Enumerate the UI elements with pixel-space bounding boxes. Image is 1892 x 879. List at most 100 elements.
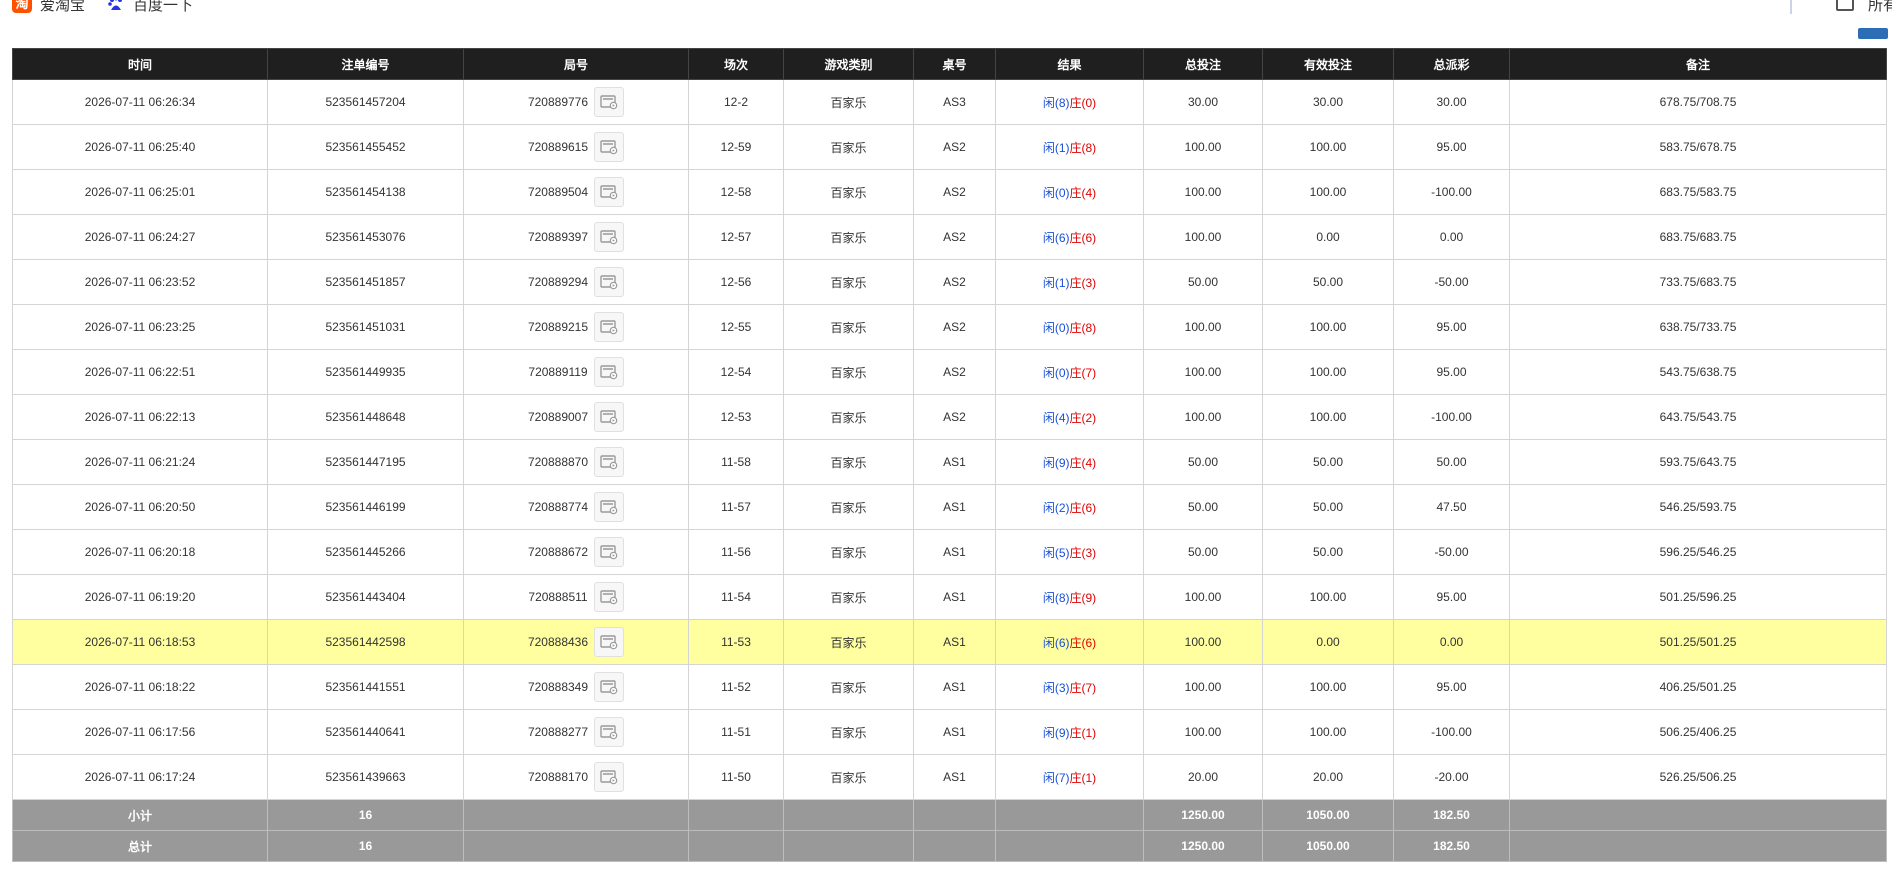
- table-row[interactable]: 2026-07-11 06:20:18 523561445266 720888672…: [12, 529, 1887, 575]
- col-header-note[interactable]: 备注: [1509, 48, 1887, 80]
- cell-result[interactable]: 闲(1)庄(8): [995, 124, 1144, 170]
- cell-round: 720888870: [463, 439, 689, 485]
- cell-round: 720889119: [463, 349, 689, 395]
- table-row[interactable]: 2026-07-11 06:23:52 523561451857 720889294…: [12, 259, 1887, 305]
- cell-total-bet[interactable]: 50.00: [1143, 439, 1263, 485]
- replay-button[interactable]: [594, 312, 625, 342]
- cell-result[interactable]: 闲(6)庄(6): [995, 214, 1144, 260]
- table-row[interactable]: 2026-07-11 06:17:56 523561440641 720888277…: [12, 709, 1887, 755]
- cell-bet-id: 523561457204: [267, 79, 464, 125]
- table-row[interactable]: 2026-07-11 06:18:53 523561442598 720888436…: [12, 619, 1887, 665]
- cell-total-bet[interactable]: 100.00: [1143, 124, 1263, 170]
- bookmark-baidu[interactable]: 百度一下: [107, 0, 193, 16]
- cell-total-bet[interactable]: 50.00: [1143, 529, 1263, 575]
- cell-result[interactable]: 闲(5)庄(3): [995, 529, 1144, 575]
- replay-button[interactable]: [594, 132, 625, 162]
- col-header-time[interactable]: 时间: [12, 48, 268, 80]
- scroll-top-indicator[interactable]: [1858, 28, 1888, 39]
- cell-total-bet[interactable]: 100.00: [1143, 169, 1263, 215]
- replay-button[interactable]: [594, 177, 625, 207]
- cell-game-type: 百家乐: [783, 439, 914, 485]
- cell-result[interactable]: 闲(9)庄(1): [995, 709, 1144, 755]
- table-row[interactable]: 2026-07-11 06:22:13 523561448648 720889007…: [12, 394, 1887, 440]
- replay-button[interactable]: [594, 672, 625, 702]
- cell-total-bet[interactable]: 100.00: [1143, 574, 1263, 620]
- cell-total-bet[interactable]: 30.00: [1143, 79, 1263, 125]
- table-row[interactable]: 2026-07-11 06:20:50 523561446199 720888774…: [12, 484, 1887, 530]
- replay-button[interactable]: [594, 402, 625, 432]
- cell-total-bet[interactable]: 100.00: [1143, 394, 1263, 440]
- table-row[interactable]: 2026-07-11 06:23:25 523561451031 720889215…: [12, 304, 1887, 350]
- replay-button[interactable]: [594, 222, 625, 252]
- cell-result[interactable]: 闲(8)庄(0): [995, 79, 1144, 125]
- cell-result[interactable]: 闲(2)庄(6): [995, 484, 1144, 530]
- col-header-round-id[interactable]: 局号: [463, 48, 689, 80]
- col-header-table-no[interactable]: 桌号: [913, 48, 996, 80]
- cell-result[interactable]: 闲(6)庄(6): [995, 619, 1144, 665]
- replay-button[interactable]: [594, 267, 625, 297]
- cell-total-bet[interactable]: 100.00: [1143, 709, 1263, 755]
- cell-result[interactable]: 闲(1)庄(3): [995, 259, 1144, 305]
- round-cell: 720889615: [528, 132, 625, 162]
- table-row[interactable]: 2026-07-11 06:26:34 523561457204 720889776…: [12, 79, 1887, 125]
- cell-shoe: 11-54: [688, 574, 784, 620]
- replay-button[interactable]: [594, 87, 625, 117]
- cell-total-bet[interactable]: 50.00: [1143, 259, 1263, 305]
- cell-note: 733.75/683.75: [1509, 259, 1887, 305]
- cell-shoe: 12-56: [688, 259, 784, 305]
- cell-valid-bet: 100.00: [1262, 394, 1394, 440]
- round-id: 720889119: [528, 365, 588, 379]
- replay-video-icon: [600, 275, 618, 290]
- cell-result[interactable]: 闲(0)庄(4): [995, 169, 1144, 215]
- cell-total-bet[interactable]: 100.00: [1143, 619, 1263, 665]
- replay-button[interactable]: [594, 717, 625, 747]
- cell-total-bet[interactable]: 50.00: [1143, 484, 1263, 530]
- table-row[interactable]: 2026-07-11 06:19:20 523561443404 720888511…: [12, 574, 1887, 620]
- cell-bet-id: 523561454138: [267, 169, 464, 215]
- bookmark-taobao[interactable]: 淘 爱淘宝: [12, 0, 85, 16]
- col-header-total-bet[interactable]: 总投注: [1143, 48, 1263, 80]
- replay-button[interactable]: [594, 492, 625, 522]
- cell-result[interactable]: 闲(0)庄(7): [995, 349, 1144, 395]
- col-header-shoe[interactable]: 场次: [688, 48, 784, 80]
- cell-valid-bet: 50.00: [1262, 484, 1394, 530]
- cell-total-bet[interactable]: 100.00: [1143, 349, 1263, 395]
- table-row[interactable]: 2026-07-11 06:25:01 523561454138 720889504…: [12, 169, 1887, 215]
- all-bookmarks-button[interactable]: 所有书签: [1835, 0, 1892, 16]
- cell-total-bet[interactable]: 20.00: [1143, 754, 1263, 800]
- cell-result[interactable]: 闲(8)庄(9): [995, 574, 1144, 620]
- table-row[interactable]: 2026-07-11 06:24:27 523561453076 720889397…: [12, 214, 1887, 260]
- cell-result[interactable]: 闲(3)庄(7): [995, 664, 1144, 710]
- replay-button[interactable]: [594, 537, 625, 567]
- replay-button[interactable]: [594, 627, 625, 657]
- col-header-game-type[interactable]: 游戏类别: [783, 48, 914, 80]
- cell-result[interactable]: 闲(4)庄(2): [995, 394, 1144, 440]
- table-row[interactable]: 2026-07-11 06:18:22 523561441551 720888349…: [12, 664, 1887, 710]
- col-header-bet-id[interactable]: 注单编号: [267, 48, 464, 80]
- cell-result[interactable]: 闲(9)庄(4): [995, 439, 1144, 485]
- cell-result[interactable]: 闲(0)庄(8): [995, 304, 1144, 350]
- cell-result[interactable]: 闲(7)庄(1): [995, 754, 1144, 800]
- table-row[interactable]: 2026-07-11 06:25:40 523561455452 720889615…: [12, 124, 1887, 170]
- replay-button[interactable]: [594, 762, 625, 792]
- table-row[interactable]: 2026-07-11 06:17:24 523561439663 720888170…: [12, 754, 1887, 800]
- replay-button[interactable]: [593, 582, 624, 612]
- cell-total-bet[interactable]: 100.00: [1143, 214, 1263, 260]
- result-player: 闲(8): [1042, 590, 1070, 605]
- result-banker: 庄(0): [1069, 95, 1097, 110]
- cell-valid-bet: 100.00: [1262, 664, 1394, 710]
- cell-total-bet[interactable]: 100.00: [1143, 664, 1263, 710]
- cell-total-bet[interactable]: 100.00: [1143, 304, 1263, 350]
- result-banker: 庄(6): [1069, 500, 1097, 515]
- col-header-valid-bet[interactable]: 有效投注: [1262, 48, 1394, 80]
- table-row[interactable]: 2026-07-11 06:21:24 523561447195 720888870…: [12, 439, 1887, 485]
- replay-button[interactable]: [594, 447, 625, 477]
- cell-time: 2026-07-11 06:18:53: [12, 619, 268, 665]
- replay-button[interactable]: [593, 357, 624, 387]
- result-banker: 庄(1): [1069, 770, 1097, 785]
- cell-note: 683.75/683.75: [1509, 214, 1887, 260]
- cell-payout: -50.00: [1393, 529, 1510, 575]
- col-header-payout[interactable]: 总派彩: [1393, 48, 1510, 80]
- table-row[interactable]: 2026-07-11 06:22:51 523561449935 720889119…: [12, 349, 1887, 395]
- col-header-result[interactable]: 结果: [995, 48, 1144, 80]
